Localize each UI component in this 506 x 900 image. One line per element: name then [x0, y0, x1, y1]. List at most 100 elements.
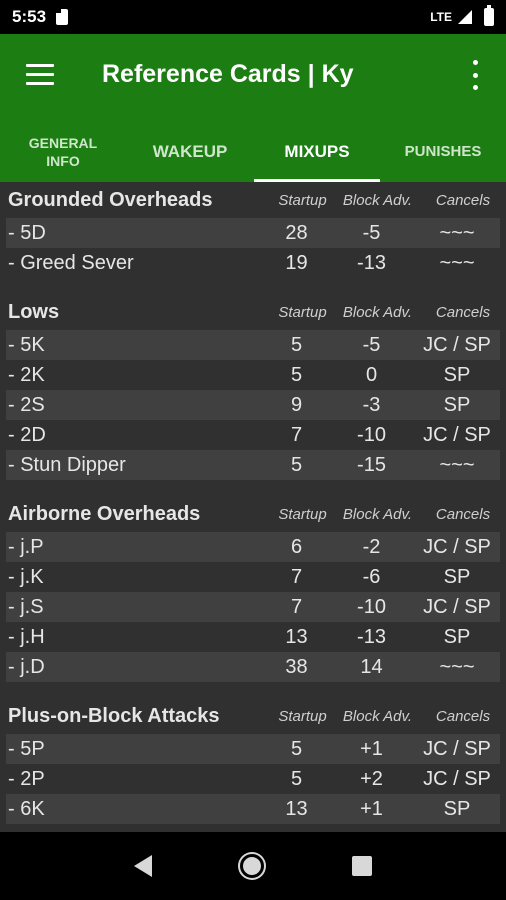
tab-mixups[interactable]: MIXUPS	[254, 122, 380, 182]
column-header-startup: Startup	[278, 303, 327, 321]
cancels-value: ~~~	[439, 221, 475, 244]
startup-value: 5	[290, 363, 303, 386]
section-header: Plus-on-Block Attacks Startup Block Adv. Ca…	[0, 698, 506, 734]
table-row[interactable]: - j.H 13 -13 SP	[6, 622, 500, 652]
tab-general-info[interactable]: GENERAL INFO	[0, 122, 126, 182]
block-adv-value: -10	[357, 595, 386, 618]
block-adv-value: 14	[360, 655, 383, 678]
tab-wakeup[interactable]: WAKEUP	[126, 122, 254, 182]
move-name: - 2P	[8, 767, 45, 790]
block-adv-value: -3	[362, 393, 381, 416]
column-header-block-adv: Block Adv.	[342, 505, 413, 523]
startup-value: 13	[285, 797, 308, 820]
section-header: Airborne Overheads Startup Block Adv. Cance…	[0, 496, 506, 532]
startup-value: 6	[290, 535, 303, 558]
block-adv-value: -5	[362, 221, 381, 244]
move-name: - j.P	[8, 535, 44, 558]
move-name: - Greed Sever	[8, 251, 134, 274]
menu-icon[interactable]	[26, 64, 54, 86]
section-title: Airborne Overheads	[8, 502, 201, 525]
table-row[interactable]: - 5D 28 -5 ~~~	[6, 218, 500, 248]
table-row[interactable]: - 5P 5 +1 JC / SP	[6, 734, 500, 764]
startup-value: 28	[285, 221, 308, 244]
move-name: - j.S	[8, 595, 44, 618]
move-name: - 5P	[8, 737, 45, 760]
table-row[interactable]: - Greed Sever 19 -13 ~~~	[6, 248, 500, 278]
section-header: Lows Startup Block Adv. Cancels	[0, 294, 506, 330]
status-time: 5:53	[12, 7, 47, 26]
navigation-bar	[0, 832, 506, 900]
reference-list[interactable]: Grounded Overheads Startup Block Adv. Cance…	[0, 182, 506, 832]
recents-icon[interactable]	[352, 856, 372, 876]
cancels-value: SP	[443, 565, 471, 588]
section: Lows Startup Block Adv. Cancels - 5K 5 -5 JC / …	[0, 294, 506, 480]
app-bar: Reference Cards | Ky GENERAL INFO WAKEUP…	[0, 34, 506, 182]
section: Airborne Overheads Startup Block Adv. Cance…	[0, 496, 506, 682]
column-header-cancels: Cancels	[435, 191, 491, 209]
startup-value: 7	[290, 423, 303, 446]
table-row[interactable]: - 6K 13 +1 SP	[6, 794, 500, 824]
table-row[interactable]: - j.D 38 14 ~~~	[6, 652, 500, 682]
section-title: Lows	[8, 300, 60, 323]
startup-value: 5	[290, 453, 303, 476]
startup-value: 5	[290, 767, 303, 790]
status-bar: 5:53 LTE	[0, 0, 506, 34]
startup-value: 5	[290, 333, 303, 356]
move-name: - 6K	[8, 797, 45, 820]
block-adv-value: 0	[365, 363, 378, 386]
overflow-menu-icon[interactable]	[469, 60, 481, 90]
move-name: - j.H	[8, 625, 45, 648]
startup-value: 19	[285, 251, 308, 274]
page-title: Reference Cards | Ky	[102, 60, 354, 88]
tab-punishes[interactable]: PUNISHES	[380, 122, 506, 182]
startup-value: 9	[290, 393, 303, 416]
table-row[interactable]: - 2S 9 -3 SP	[6, 390, 500, 420]
cancels-value: SP	[443, 393, 471, 416]
signal-icon	[458, 10, 472, 24]
table-row[interactable]: - 2K 5 0 SP	[6, 360, 500, 390]
battery-icon	[484, 5, 494, 26]
startup-value: 5	[290, 737, 303, 760]
cancels-value: ~~~	[439, 453, 475, 476]
block-adv-value: -2	[362, 535, 381, 558]
home-icon[interactable]	[240, 854, 264, 878]
block-adv-value: +1	[360, 737, 383, 760]
startup-value: 13	[285, 625, 308, 648]
cancels-value: ~~~	[439, 251, 475, 274]
cancels-value: JC / SP	[423, 535, 491, 558]
section: Plus-on-Block Attacks Startup Block Adv. Ca…	[0, 698, 506, 824]
section: Grounded Overheads Startup Block Adv. Cance…	[0, 182, 506, 278]
cancels-value: SP	[443, 363, 471, 386]
block-adv-value: -6	[362, 565, 381, 588]
block-adv-value: +1	[360, 797, 383, 820]
block-adv-value: -13	[357, 625, 386, 648]
column-header-block-adv: Block Adv.	[342, 707, 413, 725]
section-title: Grounded Overheads	[8, 188, 213, 211]
cancels-value: JC / SP	[423, 423, 491, 446]
startup-value: 7	[290, 565, 303, 588]
status-indicators: LTE	[430, 5, 494, 26]
sd-card-icon	[56, 9, 69, 25]
startup-value: 7	[290, 595, 303, 618]
back-icon[interactable]	[134, 855, 152, 877]
column-header-cancels: Cancels	[435, 707, 491, 725]
table-row[interactable]: - j.K 7 -6 SP	[6, 562, 500, 592]
network-type: LTE	[430, 10, 452, 24]
move-name: - j.D	[8, 655, 45, 678]
move-name: - 2K	[8, 363, 45, 386]
table-row[interactable]: - 5K 5 -5 JC / SP	[6, 330, 500, 360]
column-header-startup: Startup	[278, 707, 327, 725]
table-row[interactable]: - Stun Dipper 5 -15 ~~~	[6, 450, 500, 480]
table-row[interactable]: - 2D 7 -10 JC / SP	[6, 420, 500, 450]
table-row[interactable]: - j.P 6 -2 JC / SP	[6, 532, 500, 562]
move-name: - Stun Dipper	[8, 453, 126, 476]
table-row[interactable]: - 2P 5 +2 JC / SP	[6, 764, 500, 794]
move-name: - 5D	[8, 221, 46, 244]
section-header: Grounded Overheads Startup Block Adv. Cance…	[0, 182, 506, 218]
column-header-cancels: Cancels	[435, 303, 491, 321]
table-row[interactable]: - j.S 7 -10 JC / SP	[6, 592, 500, 622]
cancels-value: SP	[443, 625, 471, 648]
cancels-value: ~~~	[439, 655, 475, 678]
column-header-startup: Startup	[278, 505, 327, 523]
tab-bar: GENERAL INFO WAKEUP MIXUPS PUNISHES	[0, 122, 506, 182]
